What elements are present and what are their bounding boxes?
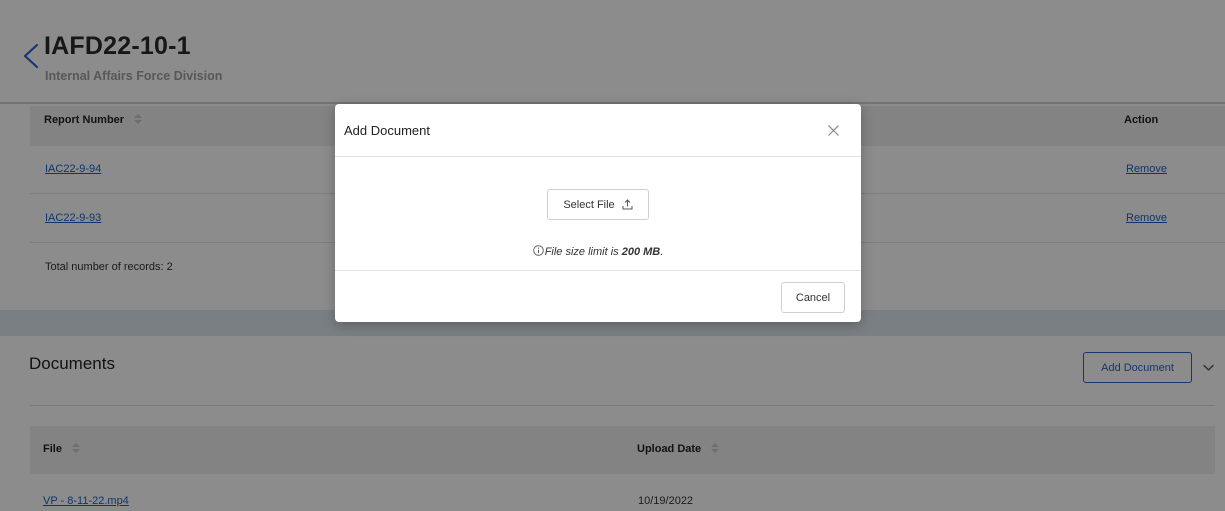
modal-title: Add Document	[344, 123, 430, 138]
upload-icon	[622, 199, 633, 210]
select-file-label: Select File	[563, 198, 615, 211]
modal-header-divider	[335, 156, 861, 157]
cancel-button[interactable]: Cancel	[781, 282, 845, 313]
file-size-note: File size limit is 200 MB.	[335, 245, 861, 258]
info-icon	[532, 245, 544, 256]
select-file-button[interactable]: Select File	[547, 189, 649, 220]
size-note-suffix: .	[660, 246, 664, 258]
modal-footer-divider	[335, 270, 861, 271]
size-limit: 200 MB	[621, 246, 661, 258]
close-icon[interactable]	[827, 124, 840, 137]
add-document-modal: Add Document Select File File size limit…	[335, 104, 861, 322]
size-note-prefix: File size limit is	[544, 246, 622, 258]
